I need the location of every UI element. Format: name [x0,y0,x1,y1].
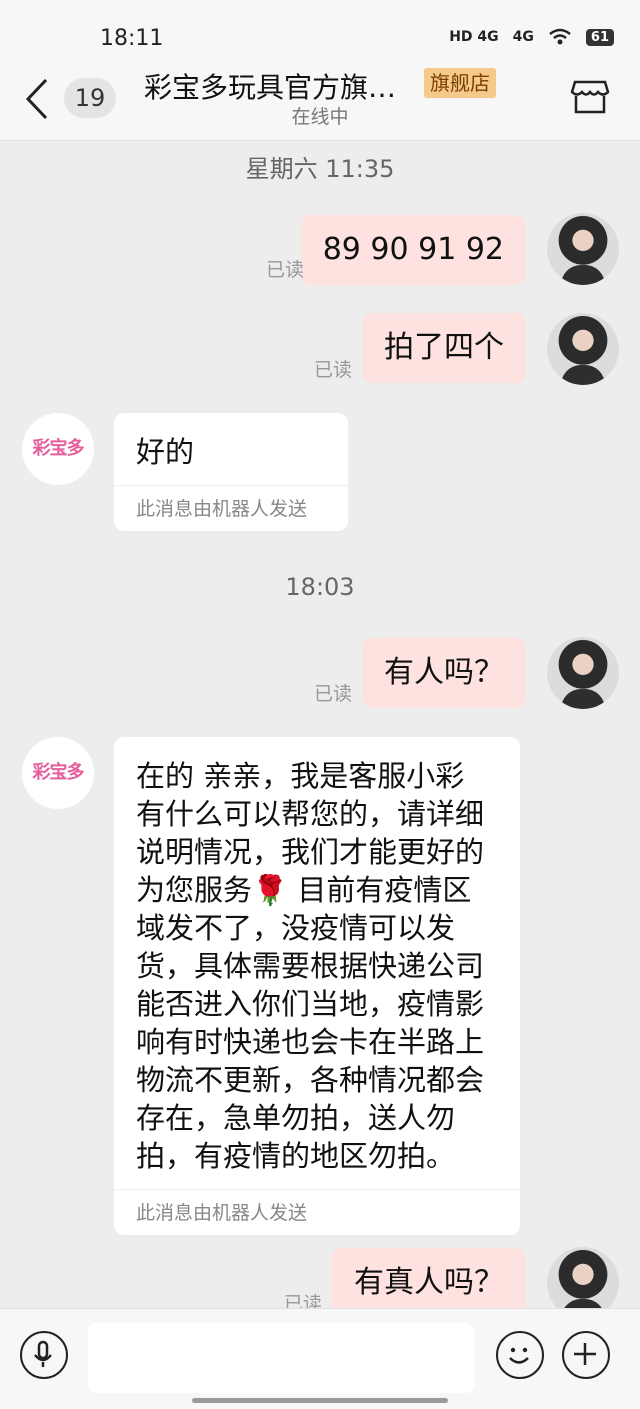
message-line: 有什么可以帮您的，请详细 [136,797,485,831]
chat-header: 19 彩宝多玩具官方旗… 旗舰店 在线中 [0,60,640,141]
smiley-icon[interactable] [496,1331,544,1379]
message-line: 物流不更新，各种情况都会 [136,1063,485,1097]
message-input[interactable] [88,1323,474,1393]
shop-avatar[interactable]: 彩宝多 [22,737,94,809]
outgoing-message[interactable]: 拍了四个 [362,313,526,383]
read-receipt: 已读 [314,683,353,705]
status-icons: HD 4G 4G 61 [449,28,614,46]
incoming-message[interactable]: 在的 亲亲，我是客服小彩 有什么可以帮您的，请详细 说明情况，我们才能更好的 为… [114,737,520,1235]
status-time: 18:11 [100,26,164,51]
read-receipt: 已读 [266,259,305,281]
input-bar [0,1308,640,1409]
network-indicator-2: 4G [512,29,534,45]
read-receipt: 已读 [314,359,353,381]
incoming-message-text: 好的 [136,435,195,469]
microphone-icon[interactable] [20,1331,68,1379]
read-receipt: 已读 [284,1293,323,1308]
message-line: 响有时快递也会卡在半路上 [136,1025,485,1059]
incoming-message-text: 在的 亲亲，我是客服小彩 有什么可以帮您的，请详细 说明情况，我们才能更好的 为… [114,737,520,1189]
flagship-store-tag: 旗舰店 [424,68,496,98]
chat-area[interactable]: 星期六 11:35 89 90 91 92 已读 拍了四个 已读 彩宝多 好的 … [0,141,640,1308]
user-avatar[interactable] [547,313,619,385]
message-line: 为您服务🌹 目前有疫情区 [136,873,472,907]
user-avatar[interactable] [547,1247,619,1308]
robot-sent-note: 此消息由机器人发送 [114,485,348,531]
user-avatar[interactable] [547,637,619,709]
battery-level: 61 [585,28,614,46]
outgoing-message[interactable]: 89 90 91 92 [300,215,526,285]
outgoing-message[interactable]: 有真人吗？ [332,1248,526,1308]
shop-avatar[interactable]: 彩宝多 [22,413,94,485]
message-line: 拍，有疫情的地区勿拍。 [136,1139,456,1173]
outgoing-message[interactable]: 有人吗？ [362,638,526,708]
wifi-icon [549,28,571,45]
timestamp: 18:03 [285,573,355,601]
message-line: 能否进入你们当地，疫情影 [136,987,485,1021]
robot-sent-note: 此消息由机器人发送 [114,1189,520,1235]
timestamp: 星期六 11:35 [245,155,395,183]
home-indicator [192,1398,448,1403]
incoming-message[interactable]: 好的 此消息由机器人发送 [114,413,348,531]
message-line: 货，具体需要根据快递公司 [136,949,485,983]
network-indicator-1: HD 4G [449,29,499,45]
online-status: 在线中 [291,106,349,128]
message-line: 域发不了，没疫情可以发 [136,911,456,945]
message-line: 在的 亲亲，我是客服小彩 [136,759,465,793]
message-line: 存在，急单勿拍，送人勿 [136,1101,456,1135]
message-line: 说明情况，我们才能更好的 [136,835,485,869]
shop-name[interactable]: 彩宝多玩具官方旗… [144,66,396,106]
user-avatar[interactable] [547,213,619,285]
storefront-icon[interactable] [570,76,610,116]
plus-icon[interactable] [562,1331,610,1379]
